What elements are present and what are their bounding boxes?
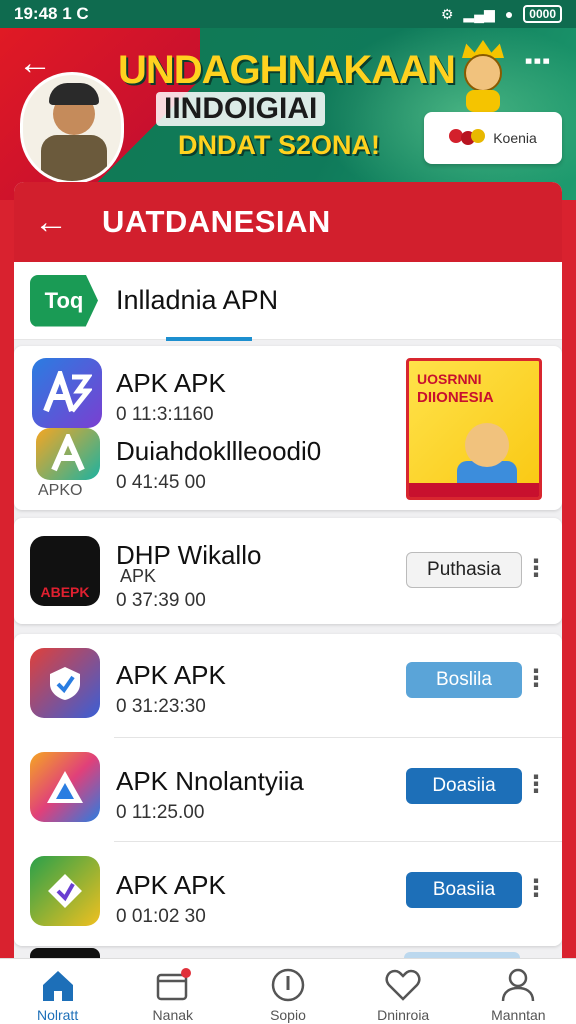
install-button[interactable]: Boasiia: [406, 872, 522, 908]
nav-profile-label: Manntan: [491, 1007, 546, 1023]
promo-line2: DIIONESIA: [417, 389, 494, 406]
settings-status-icon: ⚙: [440, 5, 454, 22]
nav-info[interactable]: Sopio: [238, 967, 338, 1023]
featured-app2-time: 0 41:45 00: [116, 472, 206, 493]
featured-app1-time: 0 11:3:1160: [116, 404, 214, 425]
nav-favorites[interactable]: Dninroia: [353, 967, 453, 1023]
list-item-name[interactable]: APK APK: [116, 870, 226, 901]
inbox-icon: [154, 967, 192, 1005]
status-bar: 19:48 1 C ⚙ ▂▄▆ ● 0000: [0, 0, 576, 28]
section-logo-icon: Toq: [30, 274, 98, 327]
banner-character-image: [20, 72, 124, 184]
partner-logo-card: Koenia: [424, 112, 562, 164]
featured-app1-name[interactable]: APK APK: [116, 368, 226, 399]
partner-logo-icon: [449, 125, 486, 151]
nav-inbox[interactable]: Nanak: [123, 967, 223, 1023]
back-arrow-icon[interactable]: ←: [18, 44, 52, 83]
list-item[interactable]: APK Nnolantyiia 0 11:25.00 Doasiia ⋮: [14, 738, 562, 842]
banner-mascot-image: [448, 40, 518, 112]
promo-banner[interactable]: ← ⋮ UNDAGHNAKAAN IINDOIGIAI DNDAT S2ONA!…: [0, 0, 576, 200]
list-item[interactable]: ABEPK DHP Wikallo APK 0 37:39 00 Puthasi…: [14, 518, 562, 624]
promo-box-image[interactable]: UOSRNNI DIIONESIA: [406, 358, 542, 500]
tab-indicator: [166, 337, 252, 341]
app-icon-ab[interactable]: [32, 358, 102, 428]
signal-icon: ▂▄▆: [463, 5, 495, 22]
bottom-navigation: Nolratt Nanak Sopio Dninroia Manntan: [0, 958, 576, 1024]
nav-inbox-label: Nanak: [152, 1007, 194, 1023]
nav-home[interactable]: Nolratt: [8, 967, 108, 1023]
app-list: APK APK 0 31:23:30 Boslila ⋮ APK Nnolant…: [14, 634, 562, 946]
nav-home-label: Nolratt: [36, 1007, 79, 1023]
list-item[interactable]: APK APK 0 01:02 30 Boasiia ⋮: [14, 842, 562, 946]
list-item[interactable]: APK APK 0 31:23:30 Boslila ⋮: [14, 634, 562, 738]
battery-icon: 0000: [523, 5, 562, 23]
app-icon-a[interactable]: [36, 428, 100, 480]
list-item-time: 0 11:25.00: [116, 802, 205, 823]
list-item-sub: APK: [120, 566, 157, 586]
info-icon: [269, 967, 307, 1005]
install-button[interactable]: Puthasia: [406, 552, 522, 588]
item-more-icon[interactable]: ⋮: [524, 874, 548, 903]
item-more-icon[interactable]: ⋮: [524, 770, 548, 799]
list-item-name[interactable]: APK Nnolantyiia: [116, 766, 304, 797]
list-item-time: 0 01:02 30: [116, 906, 206, 927]
section-title: Inlladnia APN: [116, 285, 279, 315]
main-panel: ← UATDANESIAN Toq Inlladnia APN APK APK …: [14, 182, 562, 982]
list-item-name[interactable]: APK APK: [116, 660, 226, 691]
item-more-icon[interactable]: ⋮: [524, 664, 548, 693]
featured-app2-name[interactable]: Duiahdokllleoodi0: [116, 436, 321, 467]
nav-favorites-label: Dninroia: [377, 1007, 430, 1023]
nav-profile[interactable]: Manntan: [468, 967, 568, 1023]
item-more-icon[interactable]: ⋮: [524, 554, 548, 583]
install-button[interactable]: Doasiia: [406, 768, 522, 804]
status-time: 19:48 1 C: [14, 4, 89, 23]
install-button[interactable]: Boslila: [406, 662, 522, 698]
more-menu-icon[interactable]: ⋮: [519, 46, 554, 70]
app-icon-triangle[interactable]: [30, 752, 100, 822]
banner-title-line1: UNDAGHNAKAAN: [118, 48, 456, 92]
heart-icon: [384, 967, 422, 1005]
list-item-time: 0 31:23:30: [116, 696, 206, 717]
promo-line1: UOSRNNI: [417, 371, 482, 387]
nav-info-label: Sopio: [270, 1007, 306, 1023]
header-back-icon[interactable]: ←: [34, 203, 68, 242]
list-item-time: 0 37:39 00: [116, 590, 206, 611]
profile-icon: [499, 967, 537, 1005]
featured-card[interactable]: APK APK 0 11:3:1160 APKO Duiahdokllleood…: [14, 346, 562, 510]
app-icon-shield[interactable]: [30, 648, 100, 718]
app-icon-abepk[interactable]: ABEPK: [30, 536, 100, 606]
featured-app2-icon-label: APKO: [38, 482, 83, 499]
banner-title-line2: IINDOIGIAI: [156, 92, 326, 126]
home-icon: [39, 967, 77, 1005]
page-title: UATDANESIAN: [102, 204, 331, 239]
banner-title-line3: DNDAT S2ONA!: [178, 130, 380, 160]
wifi-icon: ●: [504, 6, 514, 22]
partner-name: Koenia: [493, 130, 537, 146]
app-icon-diamond[interactable]: [30, 856, 100, 926]
app-header: ← UATDANESIAN: [14, 182, 562, 262]
section-header: Toq Inlladnia APN: [14, 262, 562, 341]
